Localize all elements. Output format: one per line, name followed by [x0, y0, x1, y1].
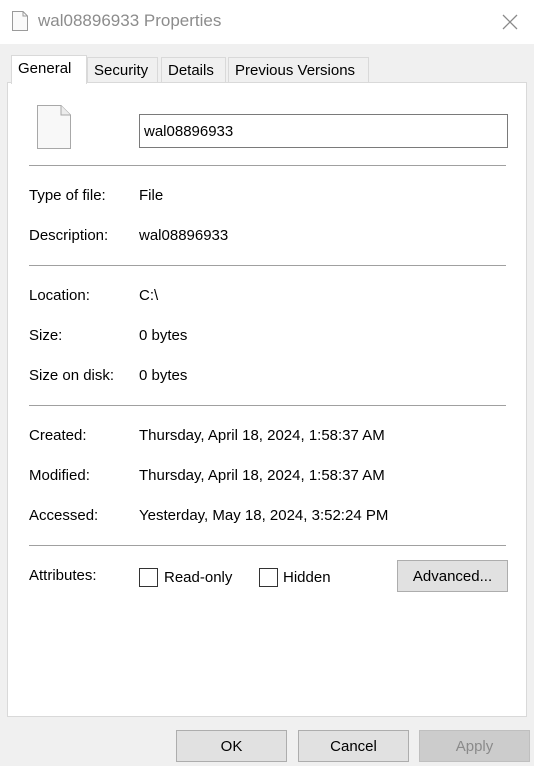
window-title: wal08896933 Properties [38, 11, 222, 30]
title-bar: wal08896933 Properties [0, 0, 534, 44]
size-on-disk-label: Size on disk: [29, 367, 115, 384]
advanced-button[interactable]: Advanced... [397, 560, 508, 592]
description-value: wal08896933 [139, 227, 229, 244]
general-panel: Type of file: File Description: wal08896… [7, 82, 527, 717]
type-of-file-label: Type of file: [29, 187, 106, 204]
tab-general[interactable]: General [11, 55, 87, 84]
separator [29, 545, 506, 546]
cancel-button[interactable]: Cancel [298, 730, 409, 762]
ok-button[interactable]: OK [176, 730, 287, 762]
accessed-value: Yesterday, May 18, 2024, 3:52:24 PM [139, 507, 389, 524]
file-name-input[interactable] [139, 114, 508, 148]
separator [29, 165, 506, 166]
location-value: C:\ [139, 287, 159, 304]
hidden-label[interactable]: Hidden [283, 569, 331, 587]
blank-file-icon [12, 11, 28, 31]
close-icon [502, 14, 518, 30]
separator [29, 405, 506, 406]
read-only-checkbox[interactable] [139, 568, 158, 587]
modified-value: Thursday, April 18, 2024, 1:58:37 AM [139, 467, 385, 484]
created-label: Created: [29, 427, 87, 444]
apply-button[interactable]: Apply [419, 730, 530, 762]
blank-file-icon [37, 105, 71, 149]
location-label: Location: [29, 287, 90, 304]
accessed-label: Accessed: [29, 507, 99, 524]
size-label: Size: [29, 327, 63, 344]
tab-details[interactable]: Details [161, 57, 226, 83]
read-only-label[interactable]: Read-only [164, 569, 232, 587]
modified-label: Modified: [29, 467, 90, 484]
created-value: Thursday, April 18, 2024, 1:58:37 AM [139, 427, 385, 444]
size-on-disk-value: 0 bytes [139, 367, 188, 384]
tab-previous-versions[interactable]: Previous Versions [228, 57, 369, 83]
close-button[interactable] [496, 8, 524, 36]
description-label: Description: [29, 227, 109, 244]
size-value: 0 bytes [139, 327, 188, 344]
attributes-label: Attributes: [29, 567, 97, 584]
tab-security[interactable]: Security [87, 57, 158, 83]
hidden-checkbox[interactable] [259, 568, 278, 587]
separator [29, 265, 506, 266]
type-of-file-value: File [139, 187, 164, 204]
